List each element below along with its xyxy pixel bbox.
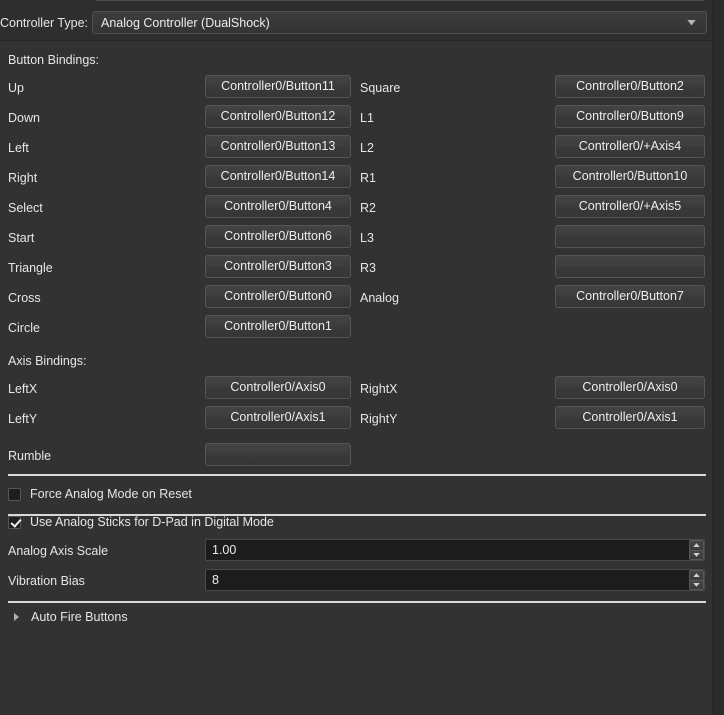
binding-button-r3[interactable]	[555, 255, 705, 278]
analog-axis-scale-increment-button[interactable]	[689, 540, 704, 550]
binding-label-r2: R2	[360, 201, 376, 215]
triangle-up-icon	[693, 573, 700, 578]
binding-label-leftx: LeftX	[8, 382, 38, 396]
binding-button-up[interactable]: Controller0/Button11	[205, 75, 351, 98]
vibration-bias-spinner[interactable]	[205, 569, 705, 591]
binding-label-down: Down	[8, 111, 40, 125]
separator-rumble-top	[8, 474, 706, 476]
auto-fire-buttons-label: Auto Fire Buttons	[31, 610, 128, 624]
binding-button-leftx[interactable]: Controller0/Axis0	[205, 376, 351, 399]
panel-right-gutter	[712, 0, 724, 715]
binding-label-l3: L3	[360, 231, 374, 245]
button-bindings-heading: Button Bindings:	[8, 53, 100, 67]
binding-label-analog: Analog	[360, 291, 399, 305]
vibration-bias-spin-buttons[interactable]	[689, 570, 704, 590]
binding-button-triangle[interactable]: Controller0/Button3	[205, 255, 351, 278]
rumble-label: Rumble	[8, 449, 52, 463]
binding-label-cross: Cross	[8, 291, 41, 305]
triangle-down-icon	[693, 552, 700, 557]
triangle-right-icon[interactable]	[14, 613, 19, 621]
force-analog-mode-checkbox[interactable]	[8, 487, 21, 501]
binding-button-righty[interactable]: Controller0/Axis1	[555, 406, 705, 429]
binding-label-square: Square	[360, 81, 401, 95]
binding-button-l3[interactable]	[555, 225, 705, 248]
vibration-bias-label: Vibration Bias	[8, 574, 85, 588]
triangle-up-icon	[693, 543, 700, 548]
binding-button-cross[interactable]: Controller0/Button0	[205, 285, 351, 308]
separator-auto-fire	[8, 601, 706, 603]
vibration-bias-input[interactable]	[205, 569, 705, 591]
binding-label-triangle: Triangle	[8, 261, 53, 275]
triangle-down-icon	[693, 582, 700, 587]
axis-bindings-heading: Axis Bindings:	[8, 354, 87, 368]
binding-button-square[interactable]: Controller0/Button2	[555, 75, 705, 98]
binding-label-r3: R3	[360, 261, 376, 275]
vibration-bias-increment-button[interactable]	[689, 570, 704, 580]
binding-button-right[interactable]: Controller0/Button14	[205, 165, 351, 188]
force-analog-mode-label: Force Analog Mode on Reset	[30, 487, 192, 501]
binding-label-start: Start	[8, 231, 35, 245]
binding-label-rightx: RightX	[360, 382, 398, 396]
vibration-bias-decrement-button[interactable]	[689, 579, 704, 590]
rumble-binding-button[interactable]	[205, 443, 351, 466]
binding-label-r1: R1	[360, 171, 376, 185]
binding-button-left[interactable]: Controller0/Button13	[205, 135, 351, 158]
analog-axis-scale-spinner[interactable]	[205, 539, 705, 561]
binding-label-l2: L2	[360, 141, 374, 155]
binding-label-left: Left	[8, 141, 29, 155]
use-analog-sticks-checkbox-row[interactable]: Use Analog Sticks for D-Pad in Digital M…	[8, 515, 274, 529]
controller-type-dropdown[interactable]: Analog Controller (DualShock)	[92, 11, 707, 34]
chevron-down-icon	[687, 19, 696, 26]
settings-content: Button Bindings: Up Controller0/Button11 S…	[0, 41, 712, 715]
binding-button-select[interactable]: Controller0/Button4	[205, 195, 351, 218]
binding-label-right: Right	[8, 171, 38, 185]
binding-label-l1: L1	[360, 111, 374, 125]
binding-button-circle[interactable]: Controller0/Button1	[205, 315, 351, 338]
use-analog-sticks-checkbox[interactable]	[8, 515, 21, 529]
analog-axis-scale-decrement-button[interactable]	[689, 549, 704, 560]
binding-button-r2[interactable]: Controller0/+Axis5	[555, 195, 705, 218]
binding-label-select: Select	[8, 201, 43, 215]
binding-button-l2[interactable]: Controller0/+Axis4	[555, 135, 705, 158]
binding-label-righty: RightY	[360, 412, 398, 426]
binding-button-analog[interactable]: Controller0/Button7	[555, 285, 705, 308]
binding-button-rightx[interactable]: Controller0/Axis0	[555, 376, 705, 399]
controller-type-selected-value: Analog Controller (DualShock)	[101, 15, 270, 30]
binding-button-r1[interactable]: Controller0/Button10	[555, 165, 705, 188]
controller-type-bar: Controller Type: Analog Controller (Dual…	[0, 0, 712, 41]
analog-axis-scale-label: Analog Axis Scale	[8, 544, 109, 558]
analog-axis-scale-spin-buttons[interactable]	[689, 540, 704, 560]
binding-button-down[interactable]: Controller0/Button12	[205, 105, 351, 128]
controller-type-label: Controller Type:	[0, 16, 89, 30]
binding-button-start[interactable]: Controller0/Button6	[205, 225, 351, 248]
binding-label-circle: Circle	[8, 321, 40, 335]
use-analog-sticks-label: Use Analog Sticks for D-Pad in Digital M…	[30, 515, 274, 529]
binding-label-up: Up	[8, 81, 24, 95]
binding-button-l1[interactable]: Controller0/Button9	[555, 105, 705, 128]
auto-fire-buttons-expander-row[interactable]: Auto Fire Buttons	[8, 610, 128, 624]
binding-label-lefty: LeftY	[8, 412, 38, 426]
binding-button-lefty[interactable]: Controller0/Axis1	[205, 406, 351, 429]
analog-axis-scale-input[interactable]	[205, 539, 705, 561]
force-analog-mode-checkbox-row[interactable]: Force Analog Mode on Reset	[8, 487, 192, 501]
